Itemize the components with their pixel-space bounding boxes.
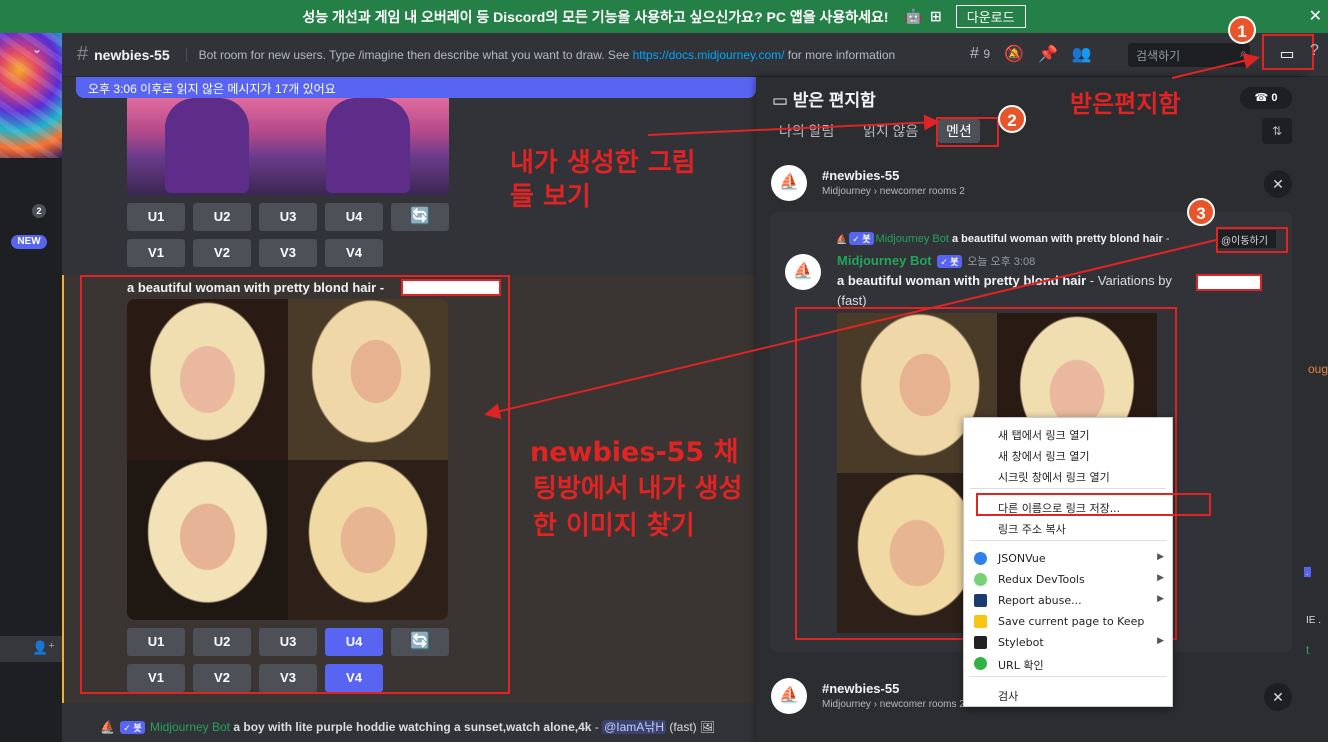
arrow-to-mentions — [647, 114, 940, 136]
annotation-arrows — [484, 52, 1260, 419]
arrow-to-inbox — [1171, 52, 1260, 79]
arrow-to-message — [484, 239, 1217, 419]
